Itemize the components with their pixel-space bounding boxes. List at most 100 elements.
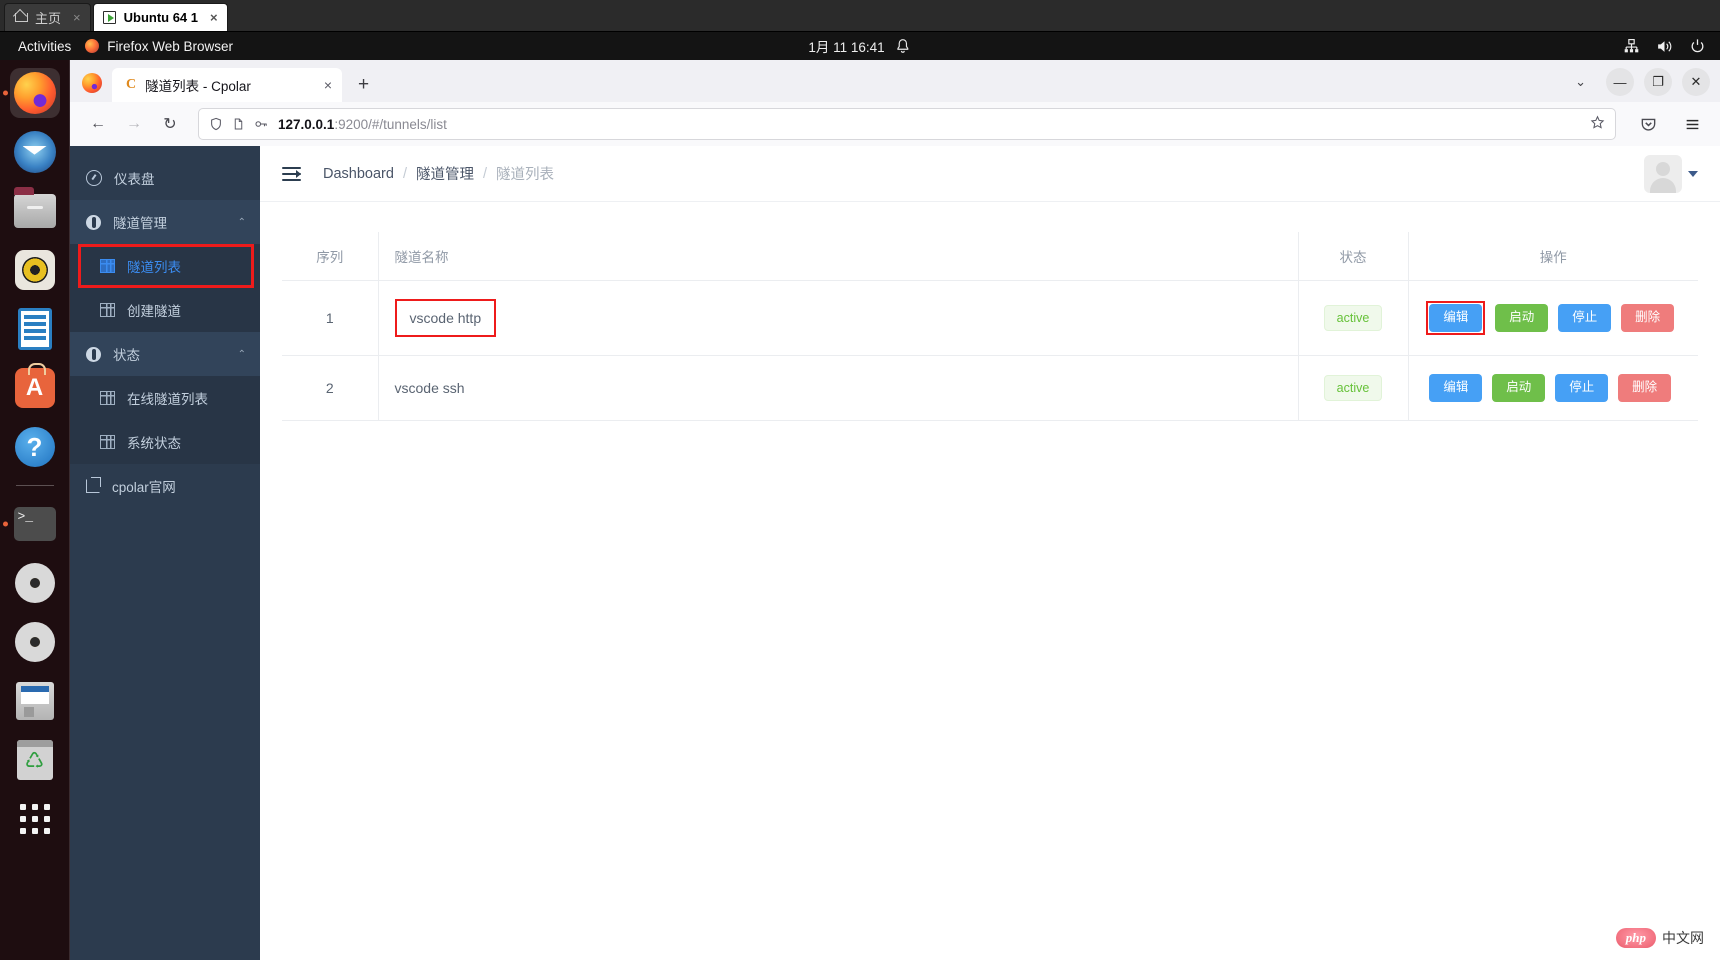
reload-button[interactable]: ↻ bbox=[154, 108, 186, 140]
dock-item-floppy-disk[interactable] bbox=[10, 676, 60, 726]
sidebar-item-tunnel-list[interactable]: 隧道列表 bbox=[70, 244, 260, 288]
cell-seq: 2 bbox=[282, 355, 378, 421]
main-content: Dashboard / 隧道管理 / 隧道列表 序列 隧道名称 状态 操作 1 … bbox=[260, 146, 1720, 960]
minimize-button[interactable]: — bbox=[1606, 68, 1634, 96]
dock-item-libreoffice-writer[interactable] bbox=[10, 304, 60, 354]
chevron-up-icon[interactable]: ⌃ bbox=[238, 349, 246, 360]
stop-button[interactable]: 停止 bbox=[1555, 374, 1609, 402]
maximize-button[interactable]: ❐ bbox=[1644, 68, 1672, 96]
dock-separator bbox=[15, 485, 54, 486]
gnome-top-bar: Activities Firefox Web Browser 1月 11 16:… bbox=[0, 32, 1720, 60]
sidebar-item-label: 仪表盘 bbox=[114, 172, 155, 187]
volume-icon bbox=[1658, 40, 1672, 52]
document-icon bbox=[17, 308, 52, 350]
browser-tab-tunnel-list[interactable]: C 隧道列表 - Cpolar × bbox=[112, 68, 342, 102]
trash-icon bbox=[16, 740, 53, 780]
annotation-box-edit-button: 编辑 bbox=[1426, 301, 1486, 335]
sidebar-item-system-status[interactable]: 系统状态 bbox=[70, 420, 260, 464]
close-icon[interactable]: × bbox=[210, 10, 218, 25]
start-button[interactable]: 启动 bbox=[1492, 374, 1546, 402]
dock-item-terminal[interactable]: >_ bbox=[10, 499, 60, 549]
close-icon[interactable]: × bbox=[324, 77, 332, 93]
edit-button[interactable]: 编辑 bbox=[1429, 304, 1483, 332]
url-text[interactable]: 127.0.0.1:9200/#/tunnels/list bbox=[278, 117, 1581, 132]
firefox-icon bbox=[13, 72, 56, 114]
dock-item-firefox[interactable] bbox=[9, 68, 60, 118]
user-menu[interactable] bbox=[1644, 154, 1698, 193]
dock-item-help[interactable]: ? bbox=[10, 422, 60, 472]
chevron-up-icon[interactable]: ⌃ bbox=[238, 217, 246, 228]
close-icon[interactable]: × bbox=[73, 10, 81, 25]
breadcrumb-item-tunnel-management[interactable]: 隧道管理 bbox=[416, 163, 474, 184]
sidebar-item-dashboard[interactable]: 仪表盘 bbox=[70, 156, 260, 200]
status-badge: active bbox=[1323, 305, 1383, 331]
breadcrumb-item-dashboard[interactable]: Dashboard bbox=[323, 166, 394, 182]
software-store-icon: A bbox=[14, 363, 55, 408]
table-body: 1 vscode http active 编辑 启动 停止 删除 2 vscod… bbox=[282, 280, 1698, 421]
external-link-icon bbox=[86, 477, 101, 493]
dock-item-disc-1[interactable] bbox=[10, 558, 60, 608]
delete-button[interactable]: 删除 bbox=[1618, 374, 1672, 402]
system-status-area[interactable] bbox=[1623, 38, 1706, 55]
menu-fold-icon[interactable] bbox=[282, 166, 301, 181]
network-icon bbox=[1624, 38, 1639, 52]
shield-icon[interactable] bbox=[209, 117, 223, 131]
activities-button[interactable]: Activities bbox=[0, 39, 85, 54]
cell-name: vscode http bbox=[377, 280, 1298, 356]
breadcrumb-separator: / bbox=[402, 165, 407, 182]
clock-menu[interactable]: 1月 11 16:41 bbox=[808, 36, 911, 56]
firefox-window: C 隧道列表 - Cpolar × + ⌄ — ❐ ✕ ← → ↻ 127.0.… bbox=[70, 60, 1720, 960]
url-host: 127.0.0.1 bbox=[278, 116, 335, 132]
start-button[interactable]: 启动 bbox=[1495, 304, 1549, 332]
forward-button[interactable]: → bbox=[118, 108, 150, 140]
key-icon[interactable] bbox=[254, 117, 269, 131]
cell-name: vscode ssh bbox=[377, 355, 1298, 421]
vmware-tab-ubuntu[interactable]: Ubuntu 64 1 × bbox=[92, 3, 228, 31]
sidebar-item-cpolar-website[interactable]: cpolar官网 bbox=[70, 464, 260, 508]
url-bar[interactable]: 127.0.0.1:9200/#/tunnels/list bbox=[198, 108, 1616, 140]
column-header-name: 隧道名称 bbox=[377, 232, 1298, 281]
edit-button[interactable]: 编辑 bbox=[1429, 374, 1483, 402]
cell-seq: 1 bbox=[282, 280, 378, 356]
dock-item-rhythmbox[interactable] bbox=[10, 245, 60, 295]
sidebar-item-online-tunnel-list[interactable]: 在线隧道列表 bbox=[70, 376, 260, 420]
sidebar-group-status[interactable]: 状态 ⌃ bbox=[70, 332, 260, 376]
dock-item-disc-2[interactable] bbox=[10, 617, 60, 667]
table-row: 2 vscode ssh active 编辑 启动 停止 删除 bbox=[282, 355, 1698, 421]
watermark-suffix: 中文网 bbox=[1662, 930, 1704, 946]
dock-item-thunderbird[interactable] bbox=[10, 127, 60, 177]
bookmark-star-icon[interactable] bbox=[1590, 115, 1605, 133]
sidebar-group-label: 隧道管理 bbox=[113, 216, 167, 231]
sidebar-item-create-tunnel[interactable]: 创建隧道 bbox=[70, 288, 260, 332]
grid-icon bbox=[100, 391, 115, 405]
vmware-tab-strip: 主页 × Ubuntu 64 1 × bbox=[0, 0, 1720, 32]
active-app-indicator[interactable]: Firefox Web Browser bbox=[85, 39, 233, 54]
page-info-icon[interactable] bbox=[232, 117, 245, 131]
ubuntu-dock: A ? >_ bbox=[0, 60, 70, 960]
delete-button[interactable]: 删除 bbox=[1621, 304, 1675, 332]
dock-item-files[interactable] bbox=[10, 186, 60, 236]
close-button[interactable]: ✕ bbox=[1682, 68, 1710, 96]
back-button[interactable]: ← bbox=[82, 108, 114, 140]
grid-icon bbox=[100, 303, 115, 317]
chevron-down-icon[interactable]: ⌄ bbox=[1575, 74, 1586, 90]
chevron-down-icon[interactable] bbox=[1688, 170, 1698, 177]
dock-item-show-applications[interactable] bbox=[10, 794, 60, 844]
table-header-row: 序列 隧道名称 状态 操作 bbox=[282, 232, 1698, 281]
dock-item-ubuntu-software[interactable]: A bbox=[10, 363, 60, 413]
avatar[interactable] bbox=[1644, 154, 1682, 193]
dashboard-icon bbox=[86, 170, 102, 186]
vmware-tab-label: 主页 bbox=[35, 11, 62, 26]
vmware-tab-home[interactable]: 主页 × bbox=[4, 3, 91, 31]
app-menu-icon[interactable] bbox=[1676, 108, 1708, 140]
pocket-icon[interactable] bbox=[1632, 108, 1664, 140]
stop-button[interactable]: 停止 bbox=[1558, 304, 1612, 332]
sidebar-item-label: cpolar官网 bbox=[112, 480, 176, 495]
table-header: 序列 隧道名称 状态 操作 bbox=[282, 232, 1698, 281]
music-icon bbox=[14, 250, 55, 290]
optical-disc-icon bbox=[14, 622, 55, 662]
new-tab-button[interactable]: + bbox=[358, 75, 369, 94]
grid-icon bbox=[100, 435, 115, 449]
dock-item-trash[interactable] bbox=[10, 735, 60, 785]
sidebar-group-tunnel-management[interactable]: 隧道管理 ⌃ bbox=[70, 200, 260, 244]
